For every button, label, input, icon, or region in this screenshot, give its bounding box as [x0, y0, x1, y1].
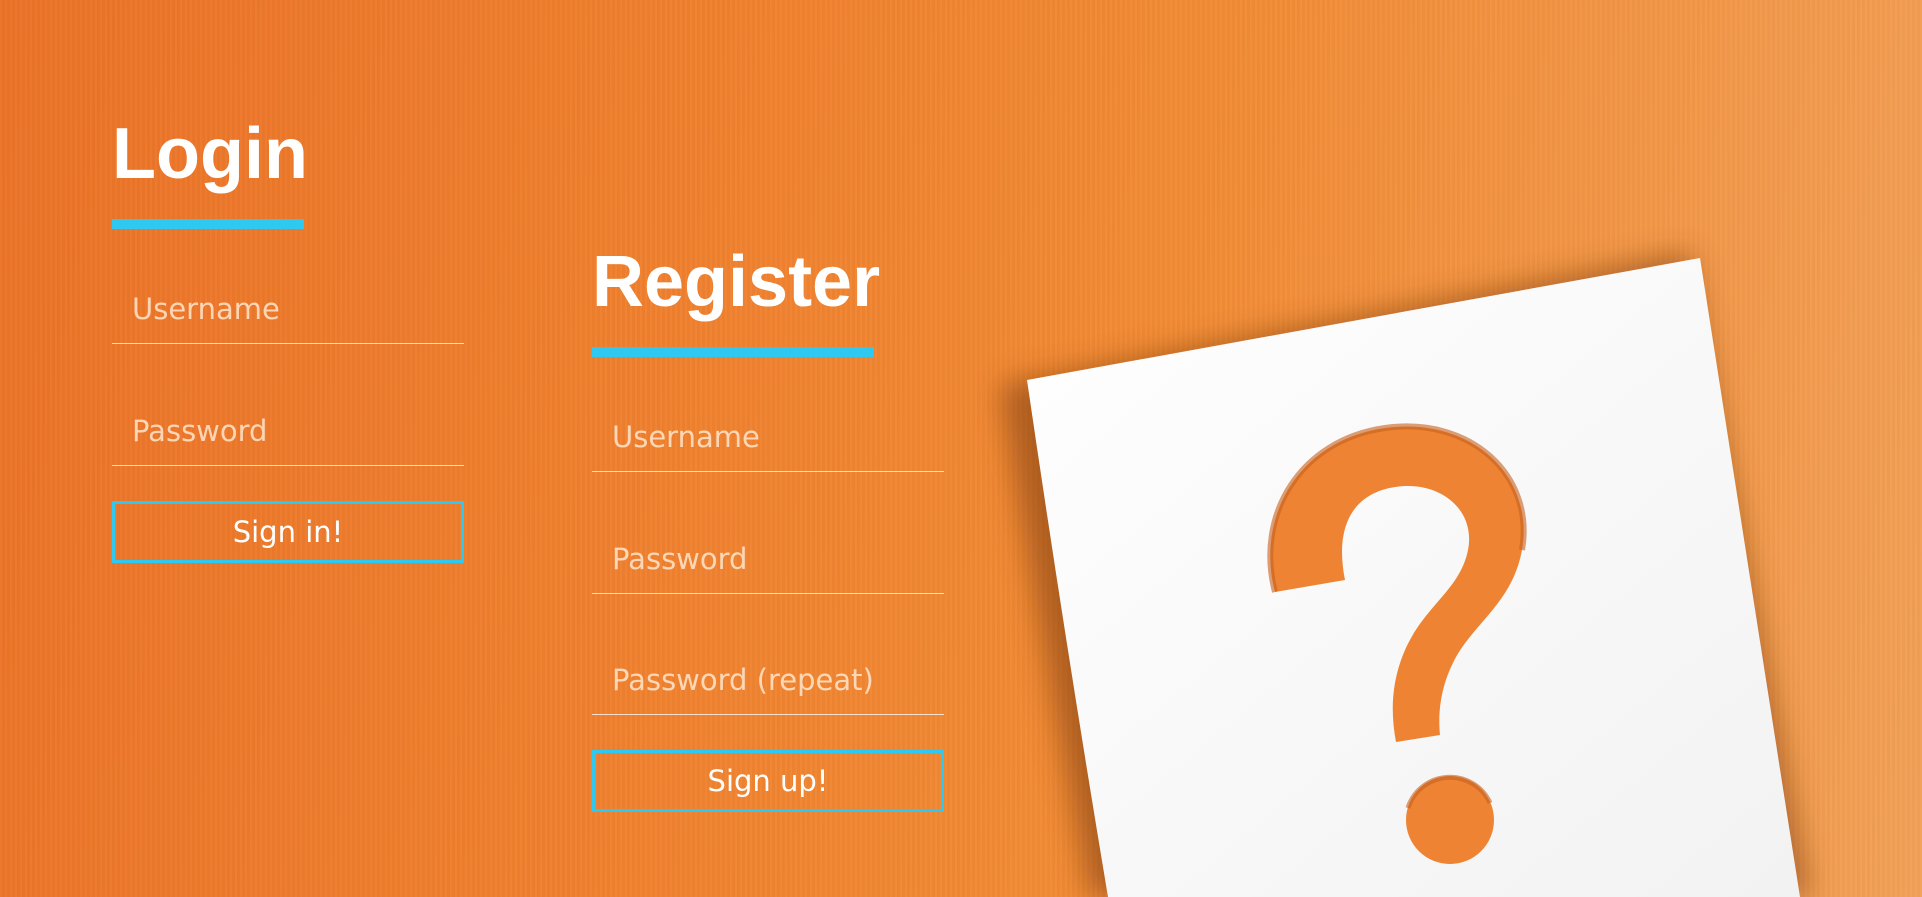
- register-username-field: [592, 402, 944, 472]
- register-password-repeat-field: [592, 645, 944, 715]
- login-password-input[interactable]: [112, 396, 464, 465]
- sign-in-button[interactable]: Sign in!: [112, 501, 464, 563]
- question-mark-icon: [1267, 423, 1527, 864]
- login-title: Login: [112, 114, 308, 194]
- register-title: Register: [592, 242, 881, 322]
- register-password-field: [592, 524, 944, 594]
- register-title-underline: [592, 347, 874, 357]
- register-password-input[interactable]: [592, 524, 944, 593]
- login-username-field: [112, 274, 464, 344]
- sign-up-button[interactable]: Sign up!: [592, 750, 944, 812]
- register-password-repeat-input[interactable]: [592, 645, 944, 714]
- login-username-input[interactable]: [112, 274, 464, 343]
- paper-sheet: [1027, 258, 1800, 897]
- login-password-field: [112, 396, 464, 466]
- login-title-underline: [112, 219, 304, 229]
- register-username-input[interactable]: [592, 402, 944, 471]
